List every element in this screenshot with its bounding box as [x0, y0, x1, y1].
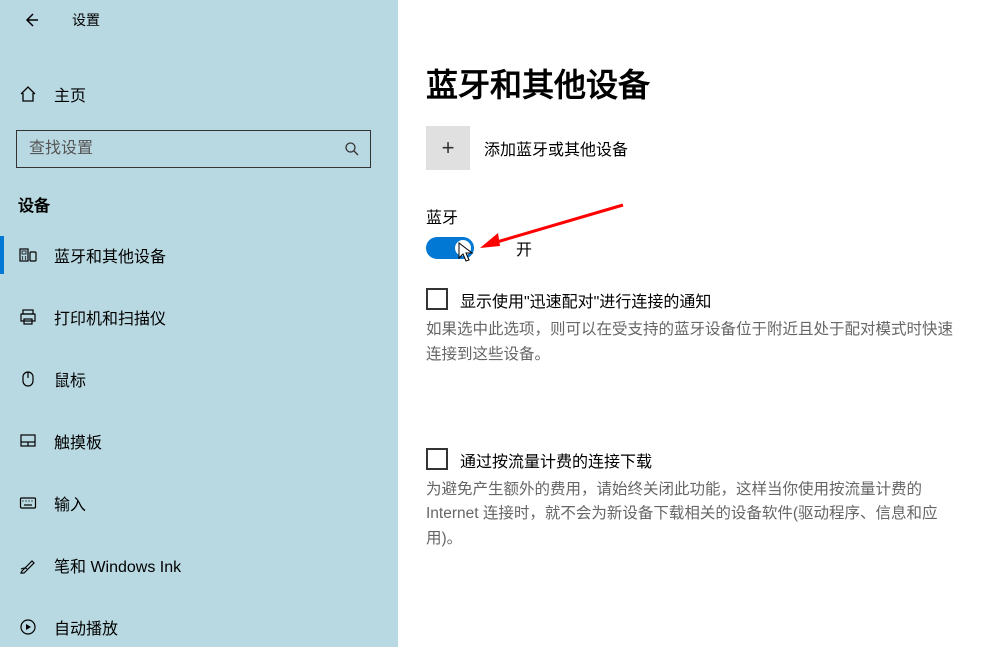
page-title: 蓝牙和其他设备 [426, 60, 957, 106]
section-header: 设备 [18, 192, 398, 216]
nav-item-label: 打印机和扫描仪 [54, 305, 166, 329]
add-device-row[interactable]: + 添加蓝牙或其他设备 [426, 126, 957, 170]
nav-item-1[interactable]: 打印机和扫描仪 [0, 286, 398, 348]
quick-pair-checkbox[interactable] [426, 288, 448, 310]
home-icon [18, 85, 38, 103]
quick-pair-description: 如果选中此选项，则可以在受支持的蓝牙设备位于附近且处于配对模式时快速连接到这些设… [426, 318, 957, 368]
cursor-icon [458, 242, 476, 264]
nav-item-label: 自动播放 [54, 615, 118, 639]
nav-list: 蓝牙和其他设备打印机和扫描仪鼠标触摸板输入笔和 Windows Ink 自动播放 [0, 224, 398, 658]
bluetooth-toggle-row: 开 [426, 236, 957, 260]
add-device-label: 添加蓝牙或其他设备 [484, 136, 628, 160]
keyboard-icon [18, 494, 38, 512]
metered-label: 通过按流量计费的连接下载 [460, 448, 652, 472]
quick-pair-checkbox-row: 显示使用"迅速配对"进行连接的通知 [426, 288, 957, 312]
nav-item-label: 笔和 Windows Ink [54, 553, 181, 577]
back-button[interactable] [16, 5, 46, 35]
nav-item-3[interactable]: 触摸板 [0, 410, 398, 472]
add-device-button[interactable]: + [426, 126, 470, 170]
quick-pair-label: 显示使用"迅速配对"进行连接的通知 [460, 288, 711, 312]
search-box[interactable] [16, 130, 371, 168]
nav-item-2[interactable]: 鼠标 [0, 348, 398, 410]
home-label: 主页 [54, 82, 86, 106]
nav-item-5[interactable]: 笔和 Windows Ink [0, 534, 398, 596]
search-input[interactable] [27, 139, 344, 159]
nav-item-0[interactable]: 蓝牙和其他设备 [0, 224, 398, 286]
metered-block: 通过按流量计费的连接下载 为避免产生额外的费用，请始终关闭此功能，这样当你使用按… [426, 448, 957, 552]
nav-item-4[interactable]: 输入 [0, 472, 398, 534]
nav-item-6[interactable]: 自动播放 [0, 596, 398, 658]
app-title: 设置 [72, 10, 100, 30]
search-icon [344, 141, 360, 157]
metered-description: 为避免产生额外的费用，请始终关闭此功能，这样当你使用按流量计费的 Interne… [426, 478, 957, 552]
plus-icon: + [442, 135, 455, 161]
annotation-arrow-icon [478, 202, 628, 252]
titlebar: 设置 [0, 0, 398, 40]
settings-sidebar: 设置 主页 设备 蓝牙和其他设备打印机和扫描仪鼠标触摸板输入笔和 Windows… [0, 0, 398, 647]
search-wrap [16, 130, 382, 168]
home-nav-item[interactable]: 主页 [0, 74, 398, 114]
nav-item-label: 鼠标 [54, 367, 86, 391]
nav-item-label: 触摸板 [54, 429, 102, 453]
content-area: 蓝牙和其他设备 + 添加蓝牙或其他设备 蓝牙 开 显示使用"迅速配对"进行连接的… [398, 0, 985, 647]
back-arrow-icon [23, 12, 39, 28]
nav-item-label: 输入 [54, 491, 86, 515]
bluetooth-devices-icon [18, 246, 38, 264]
mouse-icon [18, 370, 38, 388]
pen-icon [18, 556, 38, 574]
metered-checkbox-row: 通过按流量计费的连接下载 [426, 448, 957, 472]
printer-icon [18, 308, 38, 326]
metered-checkbox[interactable] [426, 448, 448, 470]
autoplay-icon [18, 618, 38, 636]
nav-item-label: 蓝牙和其他设备 [54, 243, 166, 267]
touchpad-icon [18, 432, 38, 450]
